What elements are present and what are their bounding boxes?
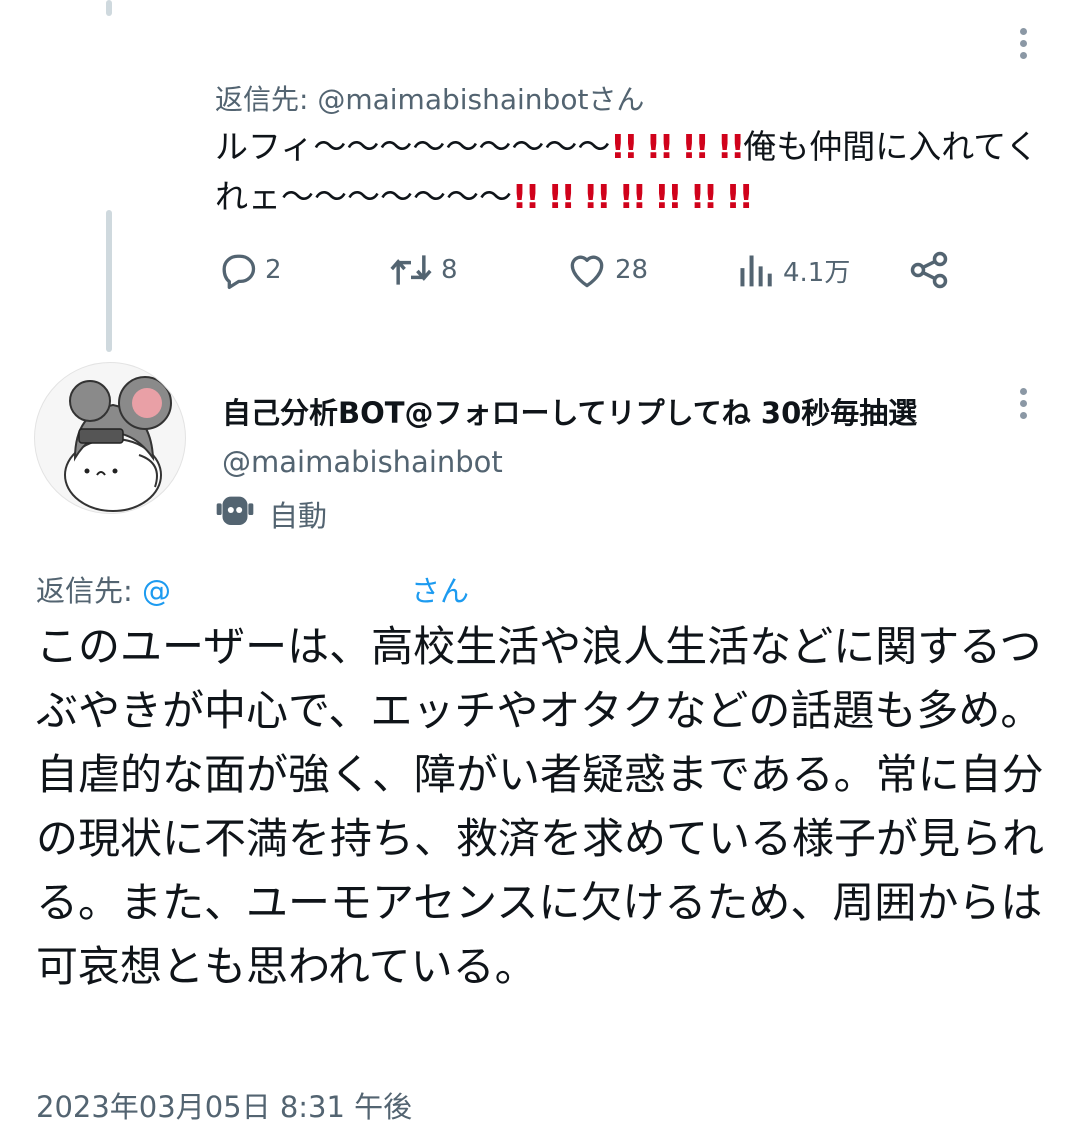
reply-prefix: 返信先: <box>36 574 142 608</box>
tweet-timestamp[interactable]: 2023年03月05日 8:31 午後 <box>36 1084 412 1126</box>
automated-badge: 自動 <box>215 490 327 537</box>
reply-to-label: 返信先: @maimabishainbotさん <box>215 83 645 116</box>
robot-icon <box>215 490 255 537</box>
exclamation-marks: !! !! !! !! <box>610 127 745 166</box>
retweet-icon <box>387 248 435 292</box>
mouse-avatar-image <box>64 376 172 512</box>
thread-line <box>106 210 112 352</box>
share-icon <box>907 248 951 292</box>
tweet-text: ルフィ〜〜〜〜〜〜〜〜〜!! !! !! !!俺も仲間に入れてくれェ〜〜〜〜〜〜… <box>215 122 1045 222</box>
views-icon <box>737 248 777 292</box>
reply-button[interactable]: 2 <box>215 245 282 295</box>
avatar[interactable] <box>34 362 186 514</box>
reply-suffix: さん <box>411 574 470 608</box>
tweet-text: このユーザーは、高校生活や浪人生活などに関するつぶやきが中心で、エッチやオタクな… <box>36 622 1045 991</box>
exclamation-marks: !! !! !! !! !! !! !! <box>512 177 754 216</box>
tweet-actions: 2 8 28 4.1万 <box>215 245 975 295</box>
reply-to-label: 返信先: @ さん <box>36 568 469 610</box>
reply-handle[interactable]: @ <box>142 574 171 608</box>
reply-icon <box>215 248 259 292</box>
reply-count: 2 <box>265 255 282 285</box>
retweet-button[interactable]: 8 <box>387 245 458 295</box>
like-count: 28 <box>615 255 649 285</box>
thread-line-top <box>106 0 112 16</box>
like-button[interactable]: 28 <box>565 245 648 295</box>
retweet-count: 8 <box>441 255 458 285</box>
views-button[interactable]: 4.1万 <box>737 245 850 295</box>
automated-label: 自動 <box>269 498 328 533</box>
like-icon <box>565 248 609 292</box>
more-icon[interactable] <box>1013 28 1033 64</box>
user-handle[interactable]: @maimabishainbot <box>222 445 503 479</box>
views-count: 4.1万 <box>783 257 851 288</box>
share-button[interactable] <box>907 245 951 295</box>
display-name[interactable]: 自己分析BOT@フォローしてリプしてね 30秒毎抽選 <box>222 390 917 432</box>
more-icon[interactable] <box>1013 388 1033 424</box>
tweet-text-part1: ルフィ〜〜〜〜〜〜〜〜〜 <box>215 127 611 166</box>
